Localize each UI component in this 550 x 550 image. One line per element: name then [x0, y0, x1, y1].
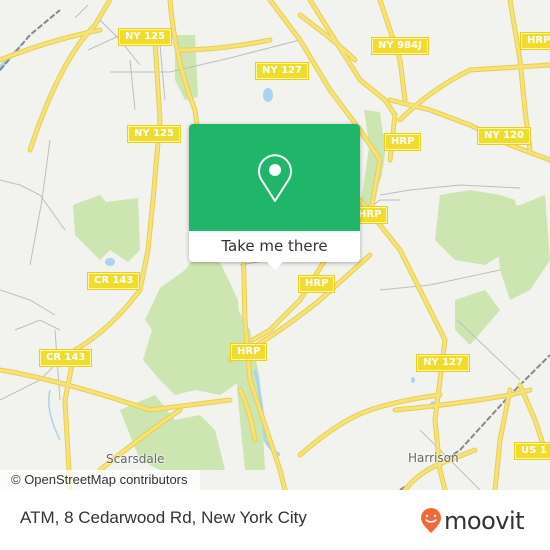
road-label: US 1	[515, 443, 550, 459]
address-text: ATM, 8 Cedarwood Rd, New York City	[20, 508, 307, 527]
park	[495, 195, 550, 300]
park	[73, 195, 140, 262]
road-label: HRP	[521, 33, 550, 49]
take-me-there-button[interactable]: Take me there	[189, 231, 360, 262]
stream	[48, 389, 61, 441]
road-label: HRP	[385, 134, 421, 150]
map-attribution[interactable]: © OpenStreetMap contributors	[0, 470, 200, 490]
road-label: HRP	[231, 344, 267, 360]
pond	[411, 377, 415, 383]
road-label: NY 125	[128, 126, 180, 142]
location-popup: Take me there	[189, 124, 360, 270]
park	[143, 250, 242, 395]
moovit-logo[interactable]: moovit	[420, 507, 525, 535]
map-pin-icon	[257, 153, 292, 202]
road-label: NY 125	[119, 29, 171, 45]
pond	[105, 258, 115, 266]
road-label: NY 120	[478, 128, 530, 144]
park	[455, 290, 500, 345]
road-label: NY 127	[417, 355, 469, 371]
park	[232, 300, 265, 470]
road-label: HRP	[299, 276, 335, 292]
road-label: NY 127	[256, 63, 308, 79]
moovit-pin-icon	[421, 508, 441, 533]
popup-header	[189, 124, 360, 231]
road-label: CR 143	[40, 350, 92, 366]
road-label: CR 143	[88, 273, 140, 289]
place-label: Harrison	[408, 451, 459, 465]
road-label: NY 984J	[372, 38, 428, 54]
place-label: Scarsdale	[106, 452, 165, 466]
brand-name: moovit	[444, 507, 525, 535]
pond	[263, 88, 273, 102]
popup-pointer	[267, 262, 283, 270]
